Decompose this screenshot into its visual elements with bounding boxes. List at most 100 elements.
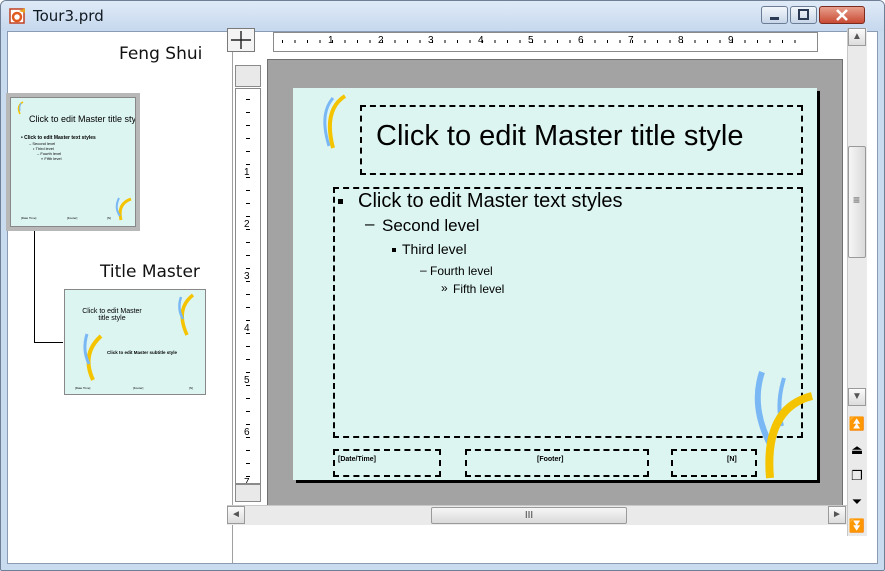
first-slide-button[interactable]: ⏫ [848, 414, 866, 434]
thumb-swoosh-corner-icon [115, 197, 132, 221]
vruler-tick [246, 307, 250, 308]
hruler-tick [369, 40, 371, 43]
hruler-tick [282, 40, 283, 43]
minimize-icon [770, 17, 779, 20]
vruler-tick [246, 242, 250, 243]
hruler-tick [794, 40, 796, 43]
thumb-swoosh-icon [17, 101, 24, 115]
hruler-tick [569, 40, 571, 43]
maximize-button[interactable] [790, 6, 817, 24]
number-placeholder[interactable]: [N] [671, 449, 757, 477]
slide-title: Click to edit Master title style [376, 120, 744, 152]
previous-slide-button[interactable]: ⏏ [848, 440, 866, 460]
title-thumb-footer-number: [N] [189, 386, 193, 390]
scroll-left-button[interactable]: ◄ [227, 506, 245, 524]
close-button[interactable] [819, 6, 865, 24]
body-placeholder[interactable]: Click to edit Master text styles – Secon… [333, 187, 803, 438]
scroll-up-icon: ▲ [852, 31, 862, 42]
hruler-tick [669, 40, 671, 43]
next-slide-button[interactable]: ⏷ [848, 492, 866, 512]
body-level-4: Fourth level [430, 264, 493, 278]
maximize-icon [798, 9, 809, 20]
hruler-tick [444, 40, 446, 43]
title-thumb-footer-date: [Date Time] [75, 386, 91, 390]
scroll-up-button[interactable]: ▲ [848, 28, 866, 46]
hruler-tick [657, 40, 658, 43]
level4-dash: – [420, 263, 427, 277]
hruler-tick [782, 40, 783, 43]
tree-line-horizontal [34, 342, 63, 343]
vruler-bottom-knob[interactable] [235, 484, 261, 502]
vruler-label: 4 [244, 323, 250, 334]
hruler-tick [744, 40, 746, 43]
vruler-tick [246, 411, 250, 412]
date-placeholder[interactable]: [Date/Time] [333, 449, 441, 477]
vertical-ruler[interactable]: 1 2 3 4 5 6 7 [235, 88, 261, 484]
thumb-footer-footer: [Footer] [67, 216, 78, 220]
title-bar[interactable]: Tour3.prd [1, 1, 884, 31]
title-thumb-swoosh-left-icon [83, 333, 103, 381]
scroll-left-icon: ◄ [231, 509, 241, 520]
first-slide-icon: ⏫ [848, 416, 866, 431]
title-placeholder[interactable]: Click to edit Master title style [360, 105, 803, 175]
master-slide[interactable]: Click to edit Master title style Click t… [293, 88, 817, 480]
scroll-right-button[interactable]: ► [828, 506, 846, 524]
vruler-tick [246, 359, 250, 360]
title-thumb-swoosh-top-icon [178, 293, 195, 336]
vthumb-grip: ≡ [853, 193, 861, 207]
ruler-corner-button[interactable] [227, 28, 255, 52]
slide-view-button[interactable]: ❐ [848, 466, 866, 486]
footer-placeholder[interactable]: [Footer] [465, 449, 649, 477]
vruler-tick [246, 268, 250, 269]
master-thumbnail[interactable]: Click to edit Master title style • Click… [10, 97, 136, 227]
vruler-tick [246, 463, 250, 464]
footer-date: [Date/Time] [338, 456, 376, 463]
hruler-tick [344, 40, 346, 43]
vertical-scroll-thumb[interactable]: ≡ [848, 146, 866, 258]
vruler-tick [246, 138, 250, 139]
swoosh-bottom-right-icon [754, 371, 814, 479]
hruler-tick [644, 40, 646, 43]
vruler-tick [246, 450, 250, 451]
slide-view-icon: ❐ [851, 468, 863, 483]
horizontal-ruler[interactable]: 1 2 3 4 5 6 7 8 9 [273, 32, 818, 52]
hruler-tick [357, 40, 358, 43]
vruler-tick [246, 255, 250, 256]
horizontal-scroll-thumb[interactable]: III [431, 507, 627, 524]
hruler-label: 4 [478, 35, 484, 46]
vruler-label: 2 [244, 219, 250, 230]
hruler-tick [719, 40, 721, 43]
footer-number: [N] [727, 456, 737, 463]
application-window: Tour3.prd Feng Shui Click to edit Master… [0, 0, 885, 571]
level5-marker: » [441, 281, 448, 295]
last-slide-button[interactable]: ⏬ [848, 516, 866, 536]
body-level-3: Third level [402, 241, 467, 257]
vruler-label: 3 [244, 271, 250, 282]
close-icon [836, 9, 848, 21]
hruler-tick [494, 40, 496, 43]
next-slide-icon: ⏷ [851, 494, 863, 509]
hruler-tick [769, 40, 771, 43]
vruler-knob[interactable] [235, 65, 261, 87]
vruler-tick [246, 164, 250, 165]
hruler-tick [607, 40, 608, 43]
hruler-label: 1 [328, 35, 334, 46]
minimize-button[interactable] [761, 6, 788, 24]
title-thumb-title: Click to edit Master title style [82, 308, 142, 322]
vruler-tick [246, 112, 250, 113]
hruler-label: 3 [428, 35, 434, 46]
body-level-5: Fifth level [453, 282, 505, 296]
hruler-tick [557, 40, 558, 43]
vruler-tick [246, 190, 250, 191]
horizontal-ruler-ticks [282, 40, 796, 43]
vruler-label: 1 [244, 167, 250, 178]
vruler-tick [246, 216, 250, 217]
master-label-title-master: Title Master [100, 262, 200, 282]
vruler-tick [246, 398, 250, 399]
thumb-title: Click to edit Master title style [29, 114, 136, 124]
vertical-scrollbar[interactable]: ▲ ≡ ▼ ⏫ ⏏ ❐ ⏷ ⏬ [847, 28, 867, 536]
title-master-thumbnail[interactable]: Click to edit Master title style Click t… [64, 289, 206, 395]
scroll-down-button[interactable]: ▼ [848, 388, 866, 406]
horizontal-scrollbar[interactable]: ◄ III ► [227, 505, 847, 525]
ruler-corner-icon [231, 31, 251, 49]
